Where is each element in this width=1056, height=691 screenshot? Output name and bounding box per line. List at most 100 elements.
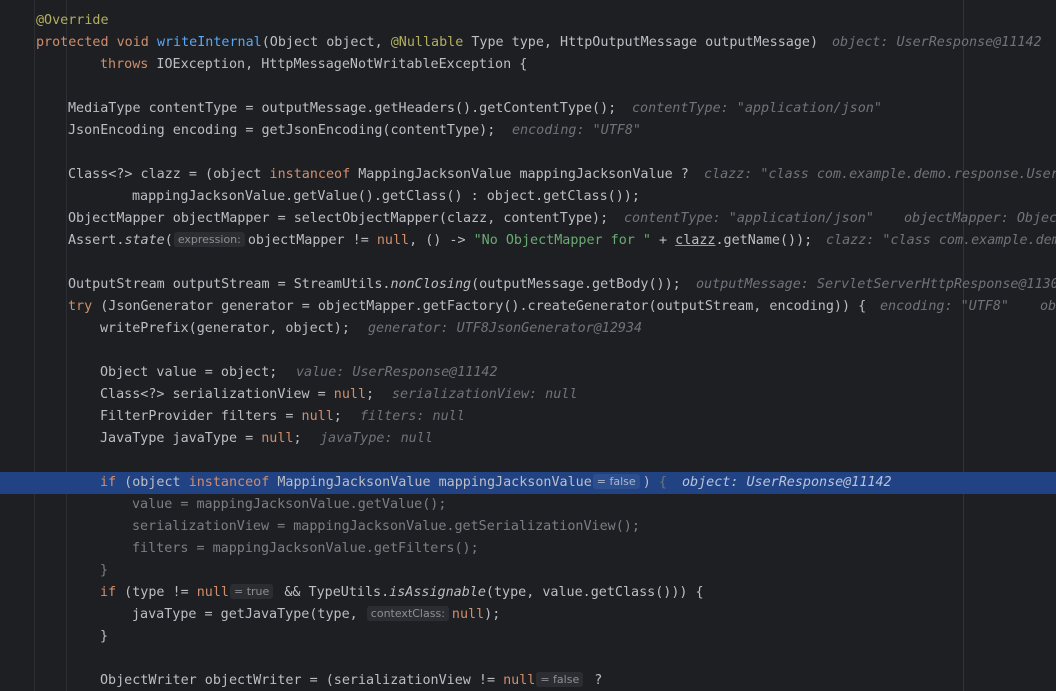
code-text: ; [293,431,302,446]
inline-debug-value: outputMessage: ServletServerHttpResponse… [696,277,1056,292]
code-text: ) [642,475,659,490]
code-line[interactable]: try (JsonGenerator generator = objectMap… [0,296,1056,318]
code-line[interactable]: JavaType javaType = null; javaType: null [0,428,1056,450]
code-text: } [100,563,109,578]
string-literal: "No ObjectMapper for " [473,233,651,248]
static-method-name: nonClosing [390,277,472,292]
inline-debug-value: ob [1040,299,1056,314]
parameter-hint: expression: [173,232,245,247]
keyword: null [376,233,410,248]
code-text: writePrefix(generator, object); [100,321,350,336]
code-text: Object value = object; [100,365,278,380]
code-text: .getName()); [715,233,813,248]
code-line[interactable]: ObjectWriter objectWriter = (serializati… [0,670,1056,691]
keyword: null [451,607,485,622]
code-text: (type, value.getClass())) { [485,585,704,600]
code-text: JavaType javaType = [100,431,262,446]
code-text: } [100,629,109,644]
inline-debug-value: serializationView: null [392,387,578,402]
code-text: filters = mappingJacksonValue.getFilters… [132,541,479,556]
code-text: MediaType contentType = outputMessage.ge… [68,101,617,116]
code-text: ; [333,409,342,424]
inline-debug-value: contentType: "application/json" [624,211,874,226]
code-line[interactable]: Class<?> serializationView = null; seria… [0,384,1056,406]
code-line[interactable]: OutputStream outputStream = StreamUtils.… [0,274,1056,296]
code-text: ; [366,387,375,402]
code-text: && TypeUtils. [276,585,390,600]
execution-point-line[interactable]: if (object instanceof MappingJacksonValu… [0,472,1056,494]
code-text: , () -> [409,233,474,248]
evaluated-value-hint: = false [592,474,640,489]
inline-debug-value: object: UserResponse@11142 [832,35,1042,50]
code-line[interactable]: JsonEncoding encoding = getJsonEncoding(… [0,120,1056,142]
code-line[interactable]: MediaType contentType = outputMessage.ge… [0,98,1056,120]
keyword: instanceof [269,167,351,182]
code-line[interactable]: writePrefix(generator, object); generato… [0,318,1056,340]
code-text: mappingJacksonValue.getValue().getClass(… [132,189,640,204]
annotation: @Nullable [390,35,464,50]
static-method-name: state [124,233,165,248]
code-text: serializationView = mappingJacksonValue.… [132,519,640,534]
code-text: JsonEncoding encoding = getJsonEncoding(… [68,123,496,138]
code-line[interactable]: filters = mappingJacksonValue.getFilters… [0,538,1056,560]
code-line[interactable]: javaType = getJavaType(type, contextClas… [0,604,1056,626]
inline-debug-value: value: UserResponse@11142 [296,365,498,380]
keyword: null [301,409,334,424]
code-text: objectMapper != [247,233,377,248]
inline-debug-value: encoding: "UTF8" [512,123,641,138]
code-line[interactable]: throws IOException, HttpMessageNotWritab… [0,54,1056,76]
keyword: throws [100,57,149,72]
code-editor[interactable]: @Override protected void writeInternal(O… [0,0,1056,691]
code-text: + [650,233,676,248]
code-line[interactable]: } [0,626,1056,648]
inline-debug-value: encoding: "UTF8" [880,299,1009,314]
code-text: IOException, HttpMessageNotWritableExcep… [148,57,528,72]
code-text: Class<?> serializationView = [100,387,334,402]
parameter-hint: contextClass: [366,606,449,621]
code-text: javaType = getJavaType(type, [132,607,366,622]
code-text: { [658,475,667,490]
code-line[interactable]: if (type != null = true && TypeUtils.isAs… [0,582,1056,604]
keyword: try [68,299,93,314]
inline-debug-value: filters: null [360,409,465,424]
code-text: ObjectMapper objectMapper = selectObject… [68,211,609,226]
code-text: (Object object, [261,35,391,50]
code-text: OutputStream outputStream = StreamUtils. [68,277,391,292]
code-text: MappingJacksonValue mappingJacksonValue … [350,167,689,182]
code-line[interactable]: Object value = object; value: UserRespon… [0,362,1056,384]
annotation: @Override [36,13,109,28]
code-line[interactable]: FilterProvider filters = null; filters: … [0,406,1056,428]
keyword: protected void [36,35,157,50]
code-text: Type type, HttpOutputMessage outputMessa… [463,35,819,50]
evaluated-value-hint: = false [536,672,584,687]
code-line[interactable]: ObjectMapper objectMapper = selectObject… [0,208,1056,230]
code-text: ? [586,673,603,688]
code-line[interactable]: value = mappingJacksonValue.getValue(); [0,494,1056,516]
code-text: ObjectWriter objectWriter = (serializati… [100,673,504,688]
code-text: MappingJacksonValue mappingJacksonValue [269,475,592,490]
code-text: (JsonGenerator generator = objectMapper.… [92,299,867,314]
inline-debug-value: clazz: "class com.example.demo.response.… [704,167,1056,182]
code-text: FilterProvider filters = [100,409,302,424]
code-text: ( [164,233,173,248]
inline-debug-value: objectMapper: Objec [904,211,1056,226]
code-line[interactable]: Class<?> clazz = (object instanceof Mapp… [0,164,1056,186]
code-line[interactable]: Assert.state(expression: objectMapper != … [0,230,1056,252]
code-line[interactable]: } [0,560,1056,582]
code-line[interactable]: serializationView = mappingJacksonValue.… [0,516,1056,538]
inline-debug-value: object: UserResponse@11142 [682,475,892,490]
keyword: instanceof [188,475,270,490]
keyword: null [503,673,536,688]
code-line[interactable]: mappingJacksonValue.getValue().getClass(… [0,186,1056,208]
code-line[interactable]: protected void writeInternal(Object obje… [0,32,1056,54]
inline-debug-value: clazz: "class com.example.dem [826,233,1056,248]
keyword: if [100,475,117,490]
keyword: null [333,387,367,402]
code-text: Assert. [68,233,125,248]
keyword: null [261,431,294,446]
code-line[interactable]: @Override [0,10,1056,32]
keyword: if [100,585,117,600]
variable-reference: clazz [675,233,716,248]
evaluated-value-hint: = true [230,584,274,599]
inline-debug-value: javaType: null [320,431,433,446]
